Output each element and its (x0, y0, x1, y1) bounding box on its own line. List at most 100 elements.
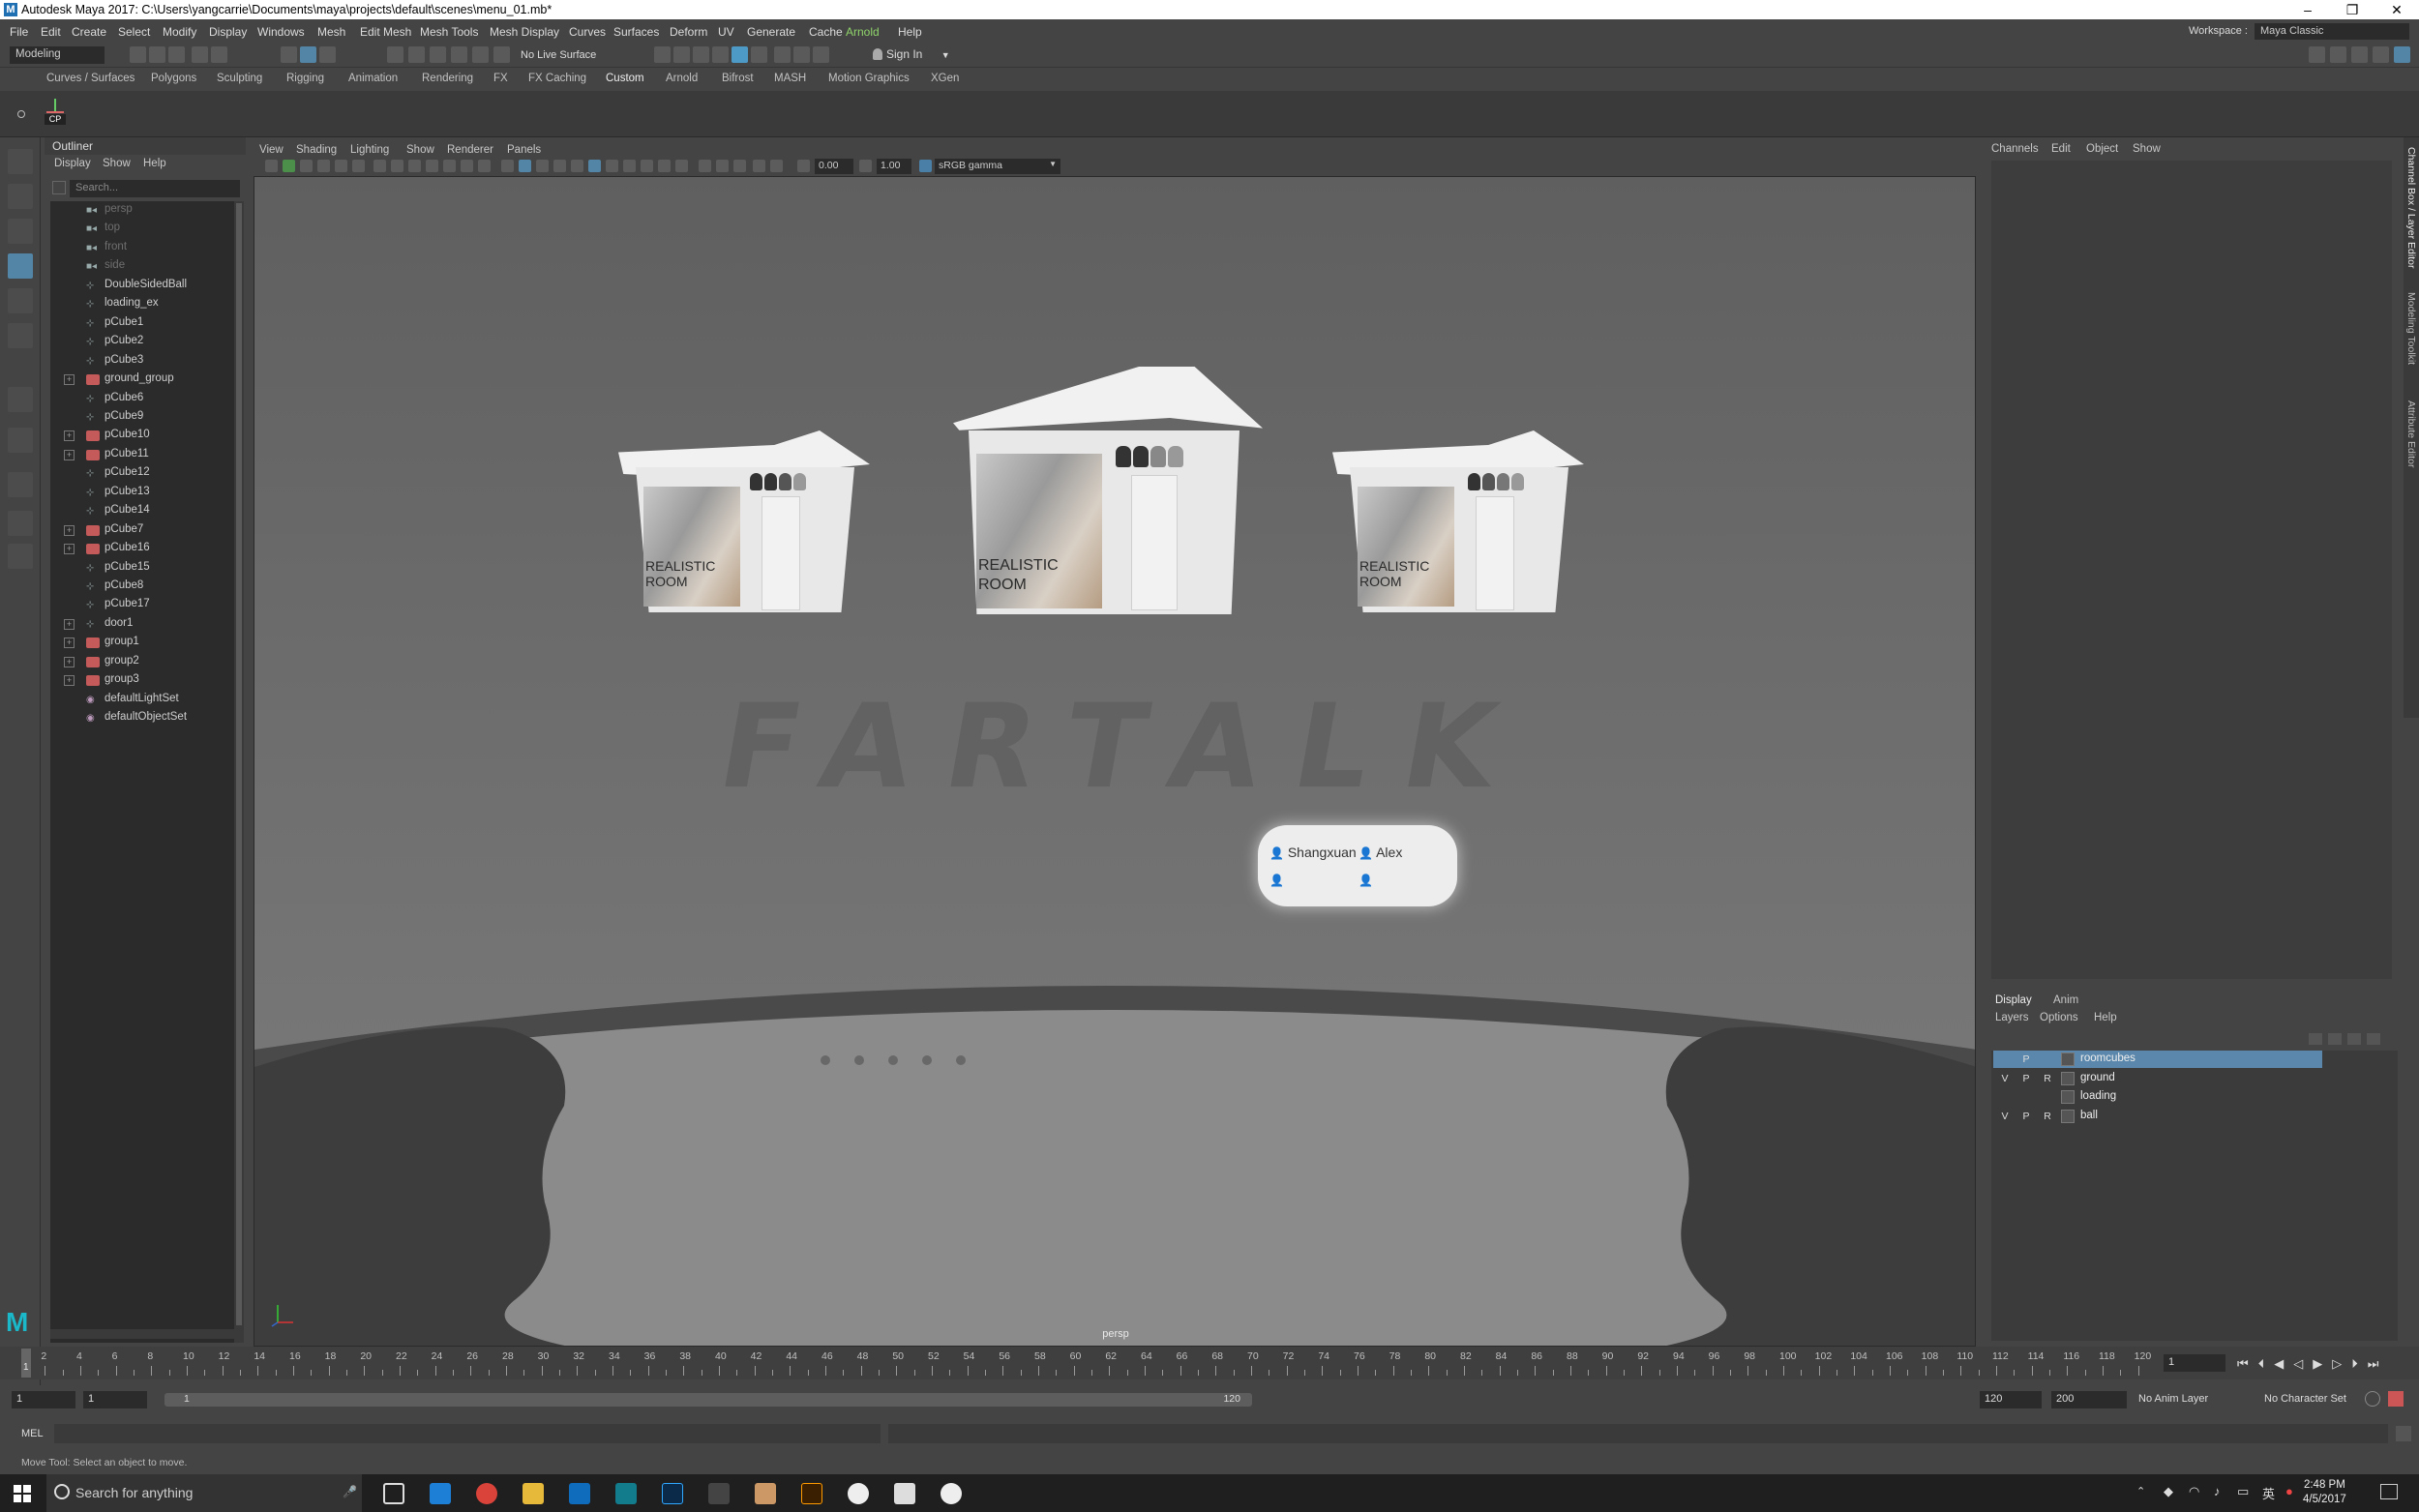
layer-v-toggle[interactable]: V (1995, 1071, 2015, 1086)
snap-surface-icon[interactable] (472, 46, 489, 63)
new-layer-selected-icon[interactable] (2367, 1033, 2380, 1045)
gate-mask-icon[interactable] (426, 160, 438, 172)
outliner-menu-display[interactable]: Display (54, 158, 91, 169)
xray-active-icon[interactable] (733, 160, 746, 172)
tray-dropbox-icon[interactable]: ◆ (2164, 1484, 2173, 1499)
expand-icon[interactable]: + (64, 449, 75, 460)
menu-select[interactable]: Select (118, 25, 150, 39)
expand-icon[interactable]: + (64, 524, 75, 536)
current-frame-field[interactable]: 1 (2164, 1354, 2225, 1372)
outliner-item[interactable]: + pCube16 (50, 540, 234, 558)
tab-channel-box-layer-editor[interactable]: Channel Box / Layer Editor (2405, 147, 2417, 269)
le-menu-help[interactable]: Help (2094, 1012, 2117, 1023)
layer-v-toggle[interactable] (1995, 1052, 2015, 1067)
playback-controls[interactable]: ⏮⏴◀◁▶▷⏵⏭ (2237, 1356, 2388, 1372)
paint-select-tool-icon[interactable] (8, 219, 33, 244)
layer-row[interactable]: loading (1993, 1088, 2322, 1106)
use-all-lights-icon[interactable] (588, 160, 601, 172)
resolution-gate-icon[interactable] (408, 160, 421, 172)
film-gate-icon[interactable] (391, 160, 403, 172)
outliner-item[interactable]: + group1 (50, 634, 234, 652)
cb-menu-show[interactable]: Show (2133, 143, 2161, 155)
menu-surfaces[interactable]: Surfaces (613, 25, 659, 39)
outliner-item[interactable]: ⊹ pCube9 (50, 408, 234, 427)
layer-v-toggle[interactable]: V (1995, 1109, 2015, 1124)
play-forward-icon[interactable]: ▶ (2313, 1356, 2332, 1371)
layer-v-toggle[interactable] (1995, 1089, 2015, 1105)
le-menu-options[interactable]: Options (2040, 1012, 2078, 1023)
layer-color-swatch[interactable] (2061, 1052, 2075, 1066)
layer-p-toggle[interactable] (2016, 1089, 2036, 1105)
mel-label[interactable]: MEL (21, 1428, 44, 1439)
shelf-tab-arnold[interactable]: Arnold (666, 73, 698, 84)
vp-menu-lighting[interactable]: Lighting (350, 144, 389, 156)
2d-pan-zoom-icon[interactable] (335, 160, 347, 172)
menu-mesh-tools[interactable]: Mesh Tools (420, 25, 478, 39)
users-namecard[interactable]: 👤 Shangxuan 👤 Alex 👤 👤 (1258, 825, 1457, 906)
menu-arnold[interactable]: Arnold (846, 25, 880, 39)
outliner-item[interactable]: ■◂ top (50, 220, 234, 238)
multisample-aa-icon[interactable] (658, 160, 671, 172)
render-settings-icon[interactable] (693, 46, 709, 63)
arnold-pause-icon[interactable] (813, 46, 829, 63)
taskbar-clock[interactable]: 2:48 PM 4/5/2017 (2303, 1478, 2346, 1507)
layer-color-swatch[interactable] (2061, 1071, 2075, 1085)
outliner-item[interactable]: + pCube10 (50, 427, 234, 445)
select-hierarchy-icon[interactable] (281, 46, 297, 63)
shelf-tab-motion-graphics[interactable]: Motion Graphics (828, 73, 910, 84)
menu-help[interactable]: Help (898, 25, 922, 39)
menu-cache[interactable]: Cache (809, 25, 843, 39)
action-center-icon[interactable] (2380, 1484, 2398, 1499)
new-empty-layer-icon[interactable] (2347, 1033, 2361, 1045)
arnold-ipr-icon[interactable] (774, 46, 791, 63)
step-forward-key-icon[interactable]: ⏵ (2351, 1356, 2368, 1371)
unreal-engine-icon[interactable] (848, 1483, 869, 1504)
layer-row[interactable]: Proomcubes (1993, 1051, 2322, 1068)
outliner-item[interactable]: ◉ defaultObjectSet (50, 709, 234, 727)
outliner-search-input[interactable]: Search... (70, 180, 240, 197)
outliner-item[interactable]: ⊹ pCube3 (50, 352, 234, 371)
snap-vertex-icon[interactable] (493, 46, 510, 63)
vp-menu-view[interactable]: View (259, 144, 284, 156)
shelf-tab-sculpting[interactable]: Sculpting (217, 73, 262, 84)
time-ruler[interactable]: 2 4 6 8 10 12 14 16 18 20 22 24 26 28 30 32 34 36 38 40 42 44… (19, 1347, 2151, 1379)
shelf-tab-custom[interactable]: Custom (606, 73, 644, 84)
vp-menu-panels[interactable]: Panels (507, 144, 541, 156)
shelf-options-icon[interactable] (17, 110, 25, 118)
outliner-item[interactable]: ⊹ pCube13 (50, 484, 234, 502)
mode-select[interactable]: Modeling (10, 46, 105, 64)
layer-r-toggle[interactable] (2038, 1089, 2057, 1105)
room-cube-left[interactable]: REALISTIC ROOM (618, 409, 870, 622)
snap-curve-icon[interactable] (408, 46, 425, 63)
menu-uv[interactable]: UV (718, 25, 734, 39)
menu-edit[interactable]: Edit (41, 25, 61, 39)
tab-attribute-editor[interactable]: Attribute Editor (2405, 400, 2417, 467)
four-view-icon[interactable] (8, 472, 33, 497)
calculator-icon[interactable] (708, 1483, 730, 1504)
menu-file[interactable]: File (10, 25, 28, 39)
color-space-select[interactable]: sRGB gamma ▼ (935, 159, 1060, 174)
expand-icon[interactable]: + (64, 374, 75, 386)
expand-icon[interactable]: + (64, 430, 75, 442)
layer-r-toggle[interactable]: R (2038, 1109, 2057, 1124)
outliner-item[interactable]: ⊹ DoubleSidedBall (50, 277, 234, 295)
shelf-tab-xgen[interactable]: XGen (931, 73, 959, 84)
cb-menu-channels[interactable]: Channels (1991, 143, 2039, 155)
range-slider-bar[interactable]: 1 120 (164, 1393, 1252, 1407)
le-menu-layers[interactable]: Layers (1995, 1012, 2029, 1023)
expand-icon[interactable]: + (64, 637, 75, 649)
layer-p-toggle[interactable]: P (2016, 1052, 2036, 1067)
expand-icon[interactable]: + (64, 656, 75, 667)
unreal-engine-2-icon[interactable] (941, 1483, 962, 1504)
illustrator-icon[interactable] (801, 1483, 822, 1504)
go-to-end-icon[interactable]: ⏭ (2368, 1356, 2389, 1371)
time-slider[interactable]: 2 4 6 8 10 12 14 16 18 20 22 24 26 28 30 32 34 36 38 40 42 44… (0, 1347, 2419, 1379)
taskbar-search-box[interactable]: Search for anything 🎤 (46, 1474, 362, 1512)
play-back-icon[interactable]: ◁ (2293, 1356, 2313, 1371)
snap-grid-icon[interactable] (387, 46, 403, 63)
tray-show-hidden-icon[interactable]: ⌃ (2136, 1485, 2145, 1497)
menu-modify[interactable]: Modify (163, 25, 196, 39)
attribute-editor-icon[interactable] (2330, 46, 2346, 63)
outliner-item[interactable]: ⊹ pCube12 (50, 464, 234, 483)
minimize-button[interactable]: – (2285, 0, 2330, 19)
